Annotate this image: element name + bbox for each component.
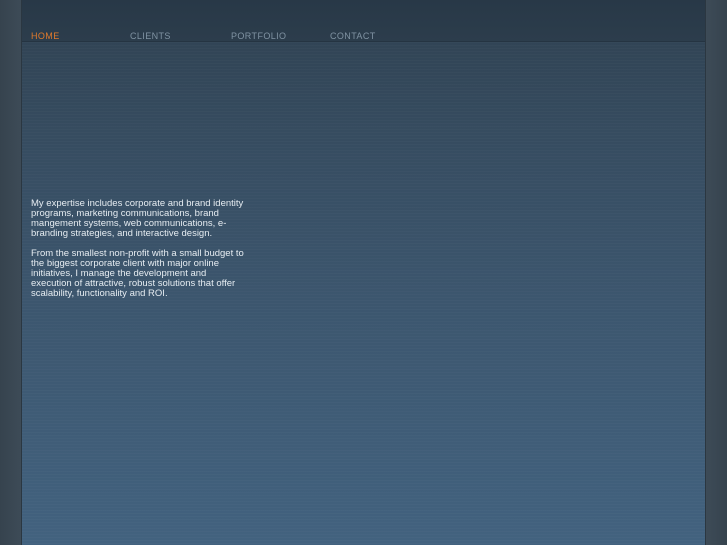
page-container: HOME CLIENTS PORTFOLIO CONTACT My expert… — [22, 0, 705, 545]
nav-item-portfolio[interactable]: PORTFOLIO — [231, 31, 286, 41]
nav-item-clients[interactable]: CLIENTS — [130, 31, 171, 41]
nav-item-home[interactable]: HOME — [31, 31, 60, 41]
intro-text: My expertise includes corporate and bran… — [31, 199, 246, 309]
intro-paragraph-clients: From the smallest non-profit with a smal… — [31, 248, 244, 299]
nav-item-contact[interactable]: CONTACT — [330, 31, 376, 41]
right-side-border — [705, 0, 727, 545]
header-bar: HOME CLIENTS PORTFOLIO CONTACT — [22, 0, 705, 42]
intro-paragraph-expertise: My expertise includes corporate and bran… — [31, 198, 244, 239]
left-side-border — [0, 0, 22, 545]
